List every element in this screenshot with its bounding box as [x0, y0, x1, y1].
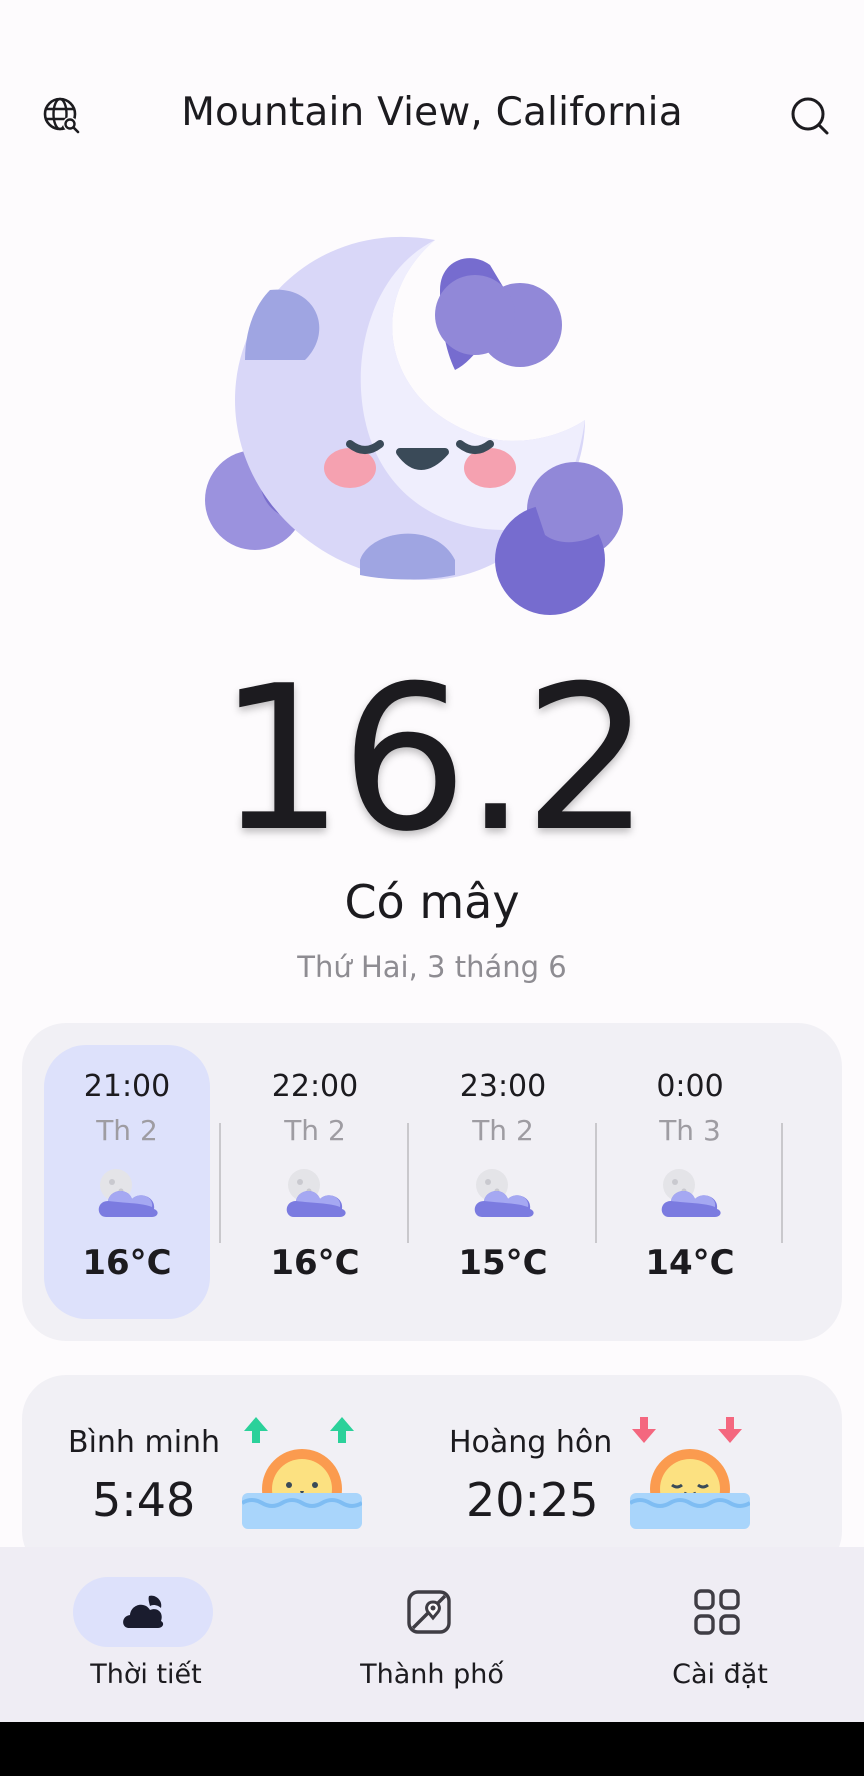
divider [781, 1123, 783, 1243]
city-title: Mountain View, California [181, 90, 683, 135]
nav-item-city[interactable]: Thành phố [288, 1547, 576, 1722]
weather-icon [123, 1595, 164, 1628]
sunrise-time: 5:48 [92, 1473, 196, 1527]
current-date: Thứ Hai, 3 tháng 6 [297, 950, 567, 984]
divider [595, 1123, 597, 1243]
nav-label: Thời tiết [90, 1659, 202, 1690]
divider [219, 1123, 221, 1243]
hour-time: 22:00 [271, 1069, 359, 1104]
current-temperature: 16.2 [217, 643, 650, 876]
night-cloudy-icon [98, 1169, 158, 1217]
nav-indicator [647, 1577, 787, 1647]
sleeping-moon-icon [205, 236, 623, 615]
divider [407, 1123, 409, 1243]
hour-time: 0:00 [656, 1069, 724, 1104]
sunset-icon [630, 1417, 750, 1529]
night-cloudy-icon [286, 1169, 346, 1217]
current-condition: Có mây [344, 875, 520, 929]
nav-label: Thành phố [360, 1659, 504, 1690]
nav-indicator [359, 1577, 499, 1647]
nav-indicator [73, 1577, 213, 1647]
city-map-icon [407, 1590, 451, 1634]
hour-day: Th 2 [96, 1114, 158, 1147]
hourly-item[interactable]: 23:00 Th 2 15°C [420, 1045, 586, 1319]
hour-temperature: 16°C [270, 1243, 360, 1283]
hourly-item[interactable]: 22:00 Th 2 16°C [232, 1045, 398, 1319]
nav-label: Cài đặt [672, 1659, 768, 1690]
night-cloudy-icon [661, 1169, 721, 1217]
hourly-item[interactable]: 21:00 Th 2 16°C [44, 1045, 210, 1319]
sunset-time: 20:25 [466, 1473, 599, 1527]
search-button[interactable] [786, 92, 834, 140]
sunset-label: Hoàng hôn [449, 1425, 613, 1460]
settings-grid-icon [694, 1589, 740, 1635]
hour-temperature: 16°C [82, 1243, 172, 1283]
night-cloudy-icon [474, 1169, 534, 1217]
hour-time: 21:00 [83, 1069, 171, 1104]
system-navigation-bar [0, 1722, 864, 1776]
hour-day: Th 3 [659, 1114, 721, 1147]
sunrise-label: Bình minh [68, 1425, 221, 1460]
hour-day: Th 2 [472, 1114, 534, 1147]
hourly-item[interactable]: 0:00 Th 3 14°C [607, 1045, 773, 1319]
hour-day: Th 2 [284, 1114, 346, 1147]
sunrise-icon [242, 1417, 362, 1529]
search-icon [791, 97, 829, 135]
nav-item-settings[interactable]: Cài đặt [576, 1547, 864, 1722]
bottom-navigation: Thời tiết Thành phố Cài đặt [0, 1547, 864, 1722]
hour-time: 23:00 [459, 1069, 547, 1104]
weather-screen: Mountain View, California 16.2 Có mây Th… [0, 0, 864, 1776]
hour-temperature: 14°C [645, 1243, 735, 1283]
hourly-forecast-card: 21:00 Th 2 16°C 22:00 Th 2 16°C 23:00 Th… [22, 1023, 842, 1341]
hour-temperature: 15°C [458, 1243, 548, 1283]
nav-item-weather[interactable]: Thời tiết [2, 1547, 290, 1722]
sun-times-card: Bình minh 5:48 Hoàng hôn 20:25 [22, 1375, 842, 1575]
top-app-bar: Mountain View, California [0, 80, 864, 150]
